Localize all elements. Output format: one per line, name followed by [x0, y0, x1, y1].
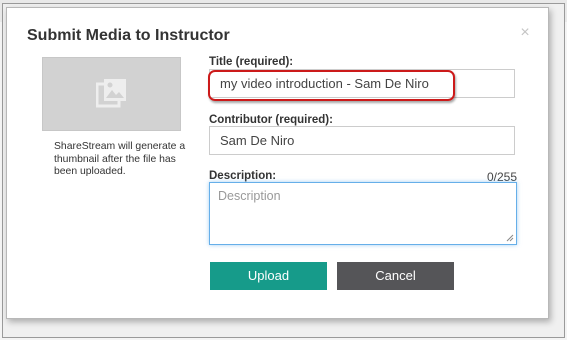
description-placeholder: Description	[218, 189, 281, 203]
close-button[interactable]: ×	[517, 24, 533, 42]
resize-grip-icon[interactable]	[506, 234, 514, 242]
cancel-button[interactable]: Cancel	[337, 262, 454, 290]
dialog-title: Submit Media to Instructor	[27, 27, 230, 44]
image-gallery-icon	[96, 79, 126, 108]
contributor-label: Contributor (required):	[209, 114, 333, 126]
contributor-input[interactable]	[209, 126, 515, 155]
title-input[interactable]	[209, 69, 515, 98]
upload-button[interactable]: Upload	[210, 262, 327, 290]
title-label: Title (required):	[209, 56, 294, 68]
description-textarea[interactable]: Description	[209, 182, 517, 245]
thumbnail-note: ShareStream will generate a thumbnail af…	[54, 141, 186, 177]
description-label: Description:	[209, 170, 277, 182]
submit-media-dialog: Submit Media to Instructor × ShareStream…	[6, 7, 549, 319]
thumbnail-placeholder	[42, 57, 181, 131]
